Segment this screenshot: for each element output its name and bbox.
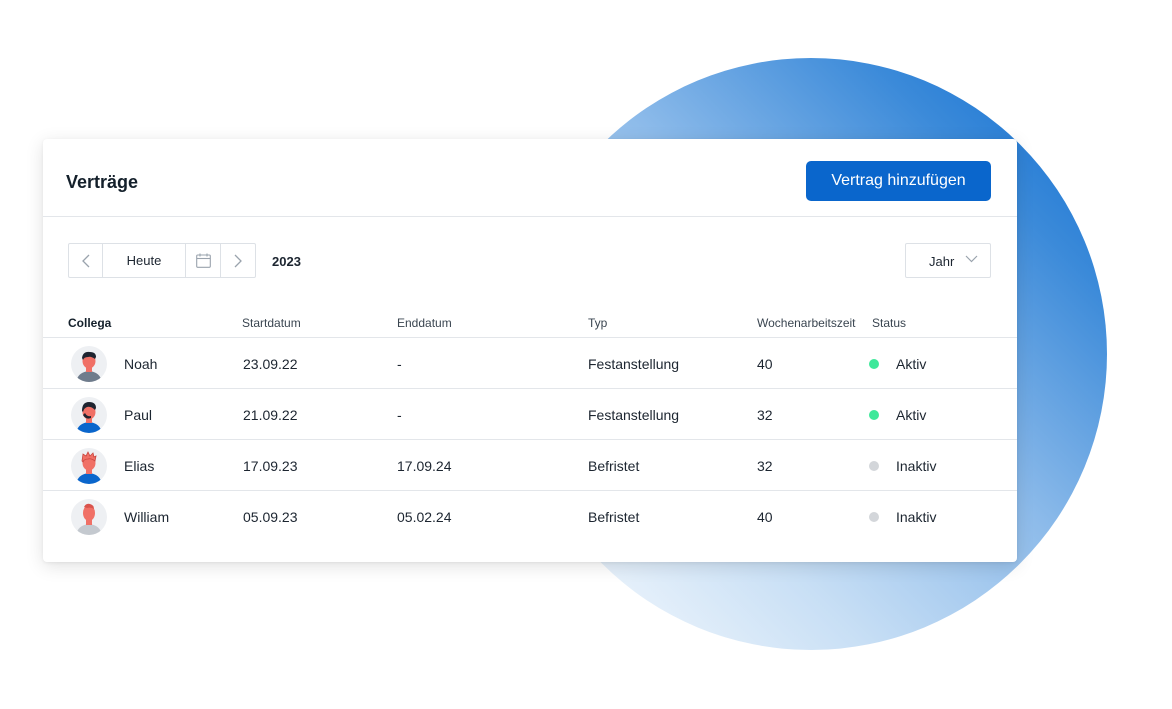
collega-name: William <box>124 509 170 525</box>
contracts-table: Collega Startdatum Enddatum Typ Wochenar… <box>43 307 1017 542</box>
contract-type: Festanstellung <box>588 407 680 423</box>
card-header: Verträge Vertrag hinzufügen <box>43 139 1017 217</box>
calendar-button[interactable] <box>186 244 221 277</box>
table-row[interactable]: Elias 17.09.23 17.09.24 Befristet 32 Ina… <box>43 440 1017 491</box>
contracts-card: Verträge Vertrag hinzufügen Heute 2023 J… <box>43 139 1017 562</box>
end-date: 05.02.24 <box>397 509 452 525</box>
period-select[interactable]: Jahr <box>905 243 991 278</box>
table-row[interactable]: Noah 23.09.22 - Festanstellung 40 Aktiv <box>43 338 1017 389</box>
column-header-status: Status <box>872 316 907 330</box>
start-date: 21.09.22 <box>243 407 298 423</box>
column-header-enddatum: Enddatum <box>397 316 452 330</box>
weekly-hours: 40 <box>757 356 773 372</box>
avatar <box>71 448 107 484</box>
end-date: 17.09.24 <box>397 458 452 474</box>
table-row[interactable]: William 05.09.23 05.02.24 Befristet 40 I… <box>43 491 1017 542</box>
calendar-icon <box>195 253 211 268</box>
avatar <box>71 346 107 382</box>
status-text: Aktiv <box>896 356 927 372</box>
column-header-collega: Collega <box>68 316 112 330</box>
period-value: Jahr <box>929 254 955 269</box>
contract-type: Befristet <box>588 509 640 525</box>
chevron-down-icon <box>965 255 978 263</box>
start-date: 23.09.22 <box>243 356 298 372</box>
end-date: - <box>397 356 402 372</box>
status-dot <box>869 512 879 522</box>
status-dot <box>869 359 879 369</box>
chevron-right-icon <box>234 254 242 267</box>
weekly-hours: 32 <box>757 458 773 474</box>
start-date: 17.09.23 <box>243 458 298 474</box>
avatar <box>71 499 107 535</box>
chevron-left-icon <box>81 254 89 267</box>
column-header-typ: Typ <box>588 316 608 330</box>
status-text: Aktiv <box>896 407 927 423</box>
avatar <box>71 397 107 433</box>
status-dot <box>869 461 879 471</box>
today-button[interactable]: Heute <box>103 244 186 277</box>
prev-button[interactable] <box>69 244 103 277</box>
collega-name: Elias <box>124 458 155 474</box>
page-title: Verträge <box>66 172 139 192</box>
end-date: - <box>397 407 402 423</box>
table-header: Collega Startdatum Enddatum Typ Wochenar… <box>43 307 1017 338</box>
collega-name: Paul <box>124 407 153 423</box>
current-year: 2023 <box>272 254 301 269</box>
weekly-hours: 40 <box>757 509 773 525</box>
table-row[interactable]: Paul 21.09.22 - Festanstellung 32 Aktiv <box>43 389 1017 440</box>
status-text: Inaktiv <box>896 458 937 474</box>
contract-type: Festanstellung <box>588 356 680 372</box>
weekly-hours: 32 <box>757 407 773 423</box>
start-date: 05.09.23 <box>243 509 298 525</box>
collega-name: Noah <box>124 356 158 372</box>
date-navigation: Heute <box>68 243 256 278</box>
add-contract-button[interactable]: Vertrag hinzufügen <box>806 161 991 201</box>
column-header-wochenarbeitszeit: Wochenarbeitszeit <box>757 316 856 330</box>
column-header-startdatum: Startdatum <box>242 316 301 330</box>
contract-type: Befristet <box>588 458 640 474</box>
next-button[interactable] <box>221 244 255 277</box>
status-text: Inaktiv <box>896 509 937 525</box>
status-dot <box>869 410 879 420</box>
